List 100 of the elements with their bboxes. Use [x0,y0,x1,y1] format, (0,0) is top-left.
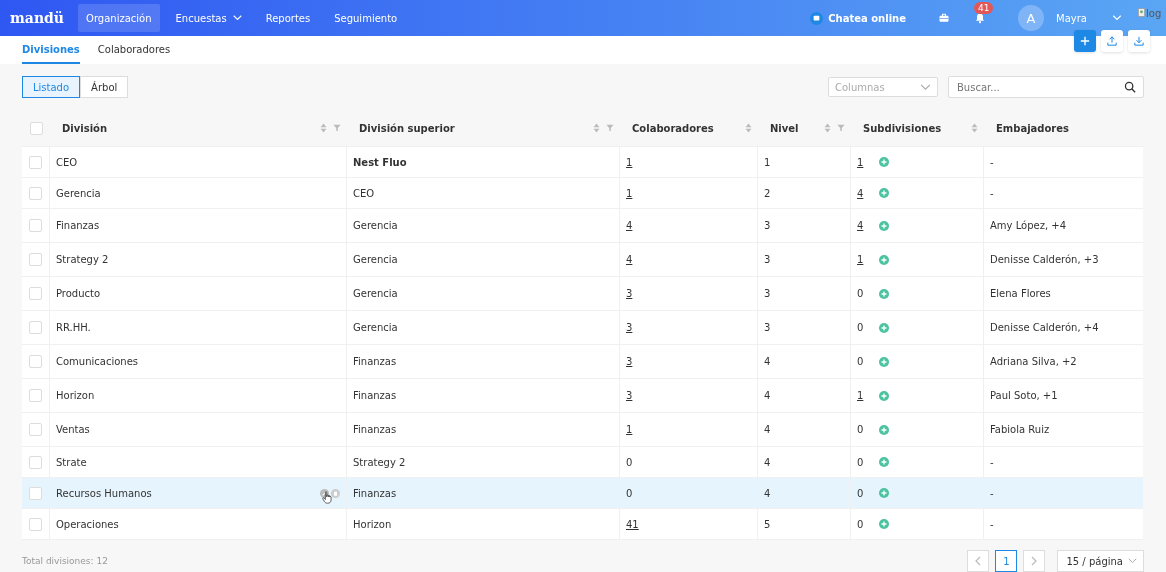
filter-icon[interactable] [606,124,614,132]
table-cell: Finanzas [353,356,397,367]
page-size-select[interactable]: 15 / página [1057,550,1144,572]
filter-icon[interactable] [837,124,845,132]
filter-icon[interactable] [333,124,341,132]
checkbox[interactable] [29,455,42,469]
tab[interactable]: Colaboradores [97,36,171,64]
column-header: Colaboradores [632,122,715,134]
table-cell: 5 [764,518,771,530]
table-cell: RR.HH. [56,322,91,333]
subdivisions-link[interactable]: 4 [857,187,879,199]
chat-icon [810,11,824,25]
table-cell-text: 0 [857,424,865,435]
add-icon[interactable] [879,488,889,498]
add-button[interactable] [1074,30,1096,52]
sort-icon[interactable] [745,123,752,133]
subdivisions-link[interactable]: 4 [857,220,879,231]
table-cell: Strategy 2 [56,254,109,265]
table-cell: 3 [764,288,771,299]
sort-icon[interactable] [824,123,831,133]
add-icon[interactable] [879,519,889,529]
previous-page-button[interactable] [967,550,990,572]
checkbox[interactable] [29,253,42,266]
add-icon[interactable] [879,288,889,299]
view-toggle[interactable]: Árbol [80,76,129,98]
checkbox[interactable] [29,517,42,531]
checkbox[interactable] [29,287,42,300]
table-row[interactable]: Strategy 2 Gerencia 4 3 1 Denisse Calderón, +3 [22,243,1143,277]
table-row[interactable]: Strate Strategy 2 0 4 0 - [22,447,1143,478]
table-row[interactable]: Operaciones Horizon 41 5 0 - [22,509,1143,540]
collaborators-link[interactable]: 1 [626,156,633,168]
nav-item[interactable]: Reportes [257,4,319,32]
add-icon[interactable] [879,220,889,231]
checkbox[interactable] [29,423,42,436]
collaborators-link[interactable]: 3 [626,288,633,299]
table-row[interactable]: RR.HH. Gerencia 3 3 0 Denisse Calderón, +4 [22,311,1143,345]
checkbox[interactable] [29,219,42,232]
collaborators-link[interactable]: 4 [626,254,633,265]
checkbox[interactable] [29,389,42,402]
collaborators-link[interactable]: 4 [626,220,633,231]
checkbox[interactable] [29,321,42,334]
logo[interactable]: mandü [10,10,65,26]
table-row[interactable]: Ventas Finanzas 1 4 0 Fabiola Ruiz [22,413,1143,447]
table-cell: Finanzas [56,220,100,231]
search-field[interactable]: Buscar... [948,76,1144,98]
checkbox[interactable] [29,186,42,200]
add-icon[interactable] [879,322,889,333]
total-count: Total divisiones: 12 [22,556,108,566]
collaborators-link[interactable]: 3 [626,356,633,367]
subdivisions-link[interactable]: 1 [857,390,879,401]
table-cell: 4 [764,356,771,367]
table-row[interactable]: Horizon Finanzas 3 4 1 Paul Soto, +1 [22,379,1143,413]
subdivisions-link[interactable]: 1 [857,254,879,265]
collaborators-link[interactable]: 1 [626,187,633,199]
page-button[interactable]: 1 [995,550,1018,572]
nav-item[interactable]: Encuestas [167,4,250,32]
table-cell: Finanzas [353,390,397,401]
add-icon[interactable] [879,157,889,167]
chevron-right-icon [1031,556,1038,566]
table-row[interactable]: CEO Nest Fluo 1 1 1 - [22,147,1143,178]
add-icon[interactable] [879,390,889,401]
table-cell: 4 [764,424,771,435]
upload-icon [1107,35,1117,47]
checkbox[interactable] [29,121,43,135]
collaborators-link[interactable]: 3 [626,322,633,333]
subdivisions-link[interactable]: 1 [857,156,879,168]
table-row[interactable]: Finanzas Gerencia 4 3 4 Amy López, +4 [22,209,1143,243]
checkbox[interactable] [29,155,42,169]
collaborators-link[interactable]: 41 [626,518,639,530]
add-icon[interactable] [879,254,889,265]
checkbox[interactable] [29,486,42,500]
chevron-down-icon[interactable] [1112,15,1122,21]
add-icon[interactable] [879,356,889,367]
nav-item[interactable]: Seguimiento [326,4,406,32]
sort-icon[interactable] [320,123,327,133]
sort-icon[interactable] [593,123,600,133]
add-icon[interactable] [879,424,889,435]
collaborators-link[interactable]: 3 [626,390,633,401]
next-page-button[interactable] [1023,550,1046,572]
download-button[interactable] [1128,30,1150,52]
table-row[interactable]: Comunicaciones Finanzas 3 4 0 Adriana Silva, +2 [22,345,1143,379]
nav-item[interactable]: Organización [78,4,160,32]
checkbox[interactable] [29,355,42,368]
table-cell: Paul Soto, +1 [990,390,1058,401]
table-cell: Denisse Calderón, +4 [990,322,1099,333]
table-row[interactable]: Producto Gerencia 3 3 0 Elena Flores [22,277,1143,311]
add-icon[interactable] [879,188,889,198]
add-icon[interactable] [879,457,889,467]
upload-button[interactable] [1101,30,1123,52]
bell-icon[interactable] [974,12,986,24]
table-row[interactable]: Gerencia CEO 1 2 4 - [22,178,1143,209]
table-cell: 4 [764,390,771,401]
briefcase-icon[interactable] [938,12,950,24]
table-cell: 3 [764,322,771,333]
sort-icon[interactable] [971,123,978,133]
broken-image-icon [1138,8,1145,17]
collaborators-link[interactable]: 1 [626,424,633,435]
table-row[interactable]: Recursos Humanos Finanzas 0 4 0 - [22,478,1143,509]
tab[interactable]: Divisiones [22,36,80,64]
chevron-down-icon [1128,558,1137,564]
